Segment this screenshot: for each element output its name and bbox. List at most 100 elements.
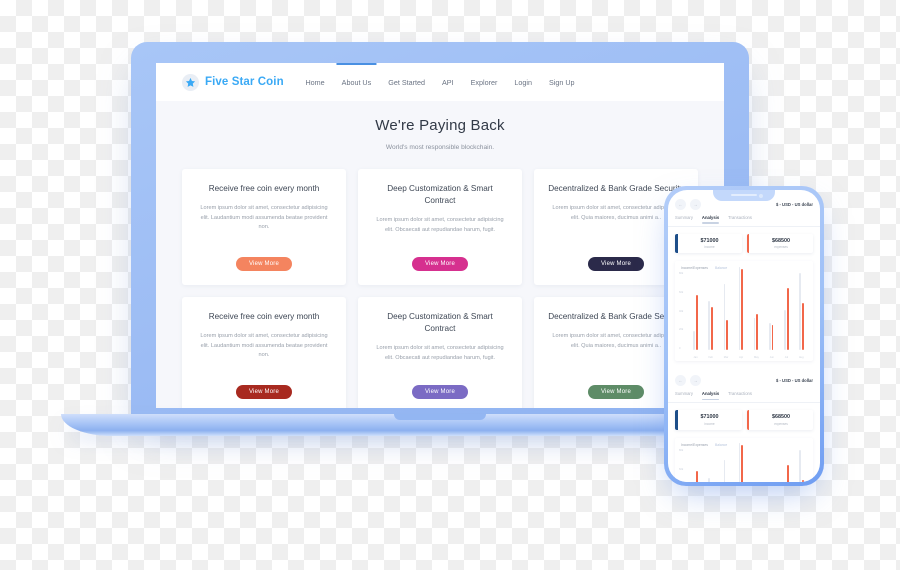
stat-label: income	[704, 421, 715, 426]
chart-bar-group	[769, 441, 773, 482]
chart-y-tick: 80k	[679, 272, 684, 276]
bar-chart: 80k 60k 40k 20k 0 Jan Feb Mar Apr May Jun Jul Aug	[679, 266, 809, 360]
chart-bar-income-expenses	[771, 324, 774, 351]
chart-bar-balance	[708, 477, 711, 482]
chart-x-tick: May	[753, 356, 759, 360]
chart-bar-balance	[708, 301, 711, 351]
card-text: Lorem ipsum dolor sit amet, consectetur …	[200, 332, 328, 359]
chart-y-tick: 80k	[679, 448, 684, 452]
chart-bar-group	[768, 264, 774, 351]
chart-x-tick: Aug	[798, 356, 804, 360]
card-text: Lorem ipsum dolor sit amet, consectetur …	[376, 216, 504, 233]
chart-bar-income-expenses	[726, 320, 728, 351]
chart-bar-group	[738, 441, 744, 482]
chart-x-tick: Mar	[723, 356, 729, 360]
nav-item-api[interactable]: API	[442, 63, 454, 101]
phone-stats-2: $71000 income $68500 expenses	[668, 403, 820, 435]
feature-card: Receive free coin every month Lorem ipsu…	[182, 297, 346, 408]
chart-bar-balance	[723, 283, 726, 351]
speaker-grill-icon	[731, 194, 757, 196]
chart-bar-group	[693, 264, 698, 351]
tab-analysis-2[interactable]: Analysis	[701, 391, 720, 400]
phone-tabs: Summary Analysis Transactions	[668, 215, 820, 227]
currency-selector-2[interactable]: $ - USD - US dollar	[776, 378, 813, 383]
chart-y-tick: 60k	[679, 291, 684, 295]
phone-chart-card-2: Income/Expenses Balance 80k60k40k20k0 Ja…	[675, 437, 813, 482]
phone-stats: $71000 income $68500 expenses	[668, 227, 820, 259]
nav-item-explorer[interactable]: Explorer	[471, 63, 498, 101]
stat-card-income-2[interactable]: $71000 income	[675, 410, 742, 430]
chart-bar-balance	[723, 460, 726, 482]
chart-bar-balance	[768, 322, 771, 351]
laptop-hinge-notch	[394, 414, 486, 420]
arrow-left-icon[interactable]: ←	[675, 375, 686, 387]
chart-x-tick: Jul	[784, 356, 789, 360]
phone-topbar-2: ← → $ - USD - US dollar	[668, 366, 820, 391]
laptop-lid: Five Star Coin Home About Us Get Started…	[131, 42, 749, 424]
chart-bar-income-expenses	[711, 307, 713, 351]
nav-item-about-us[interactable]: About Us	[336, 63, 376, 101]
view-more-button[interactable]: View More	[587, 257, 645, 271]
chart-bar-group	[723, 264, 728, 351]
card-title: Receive free coin every month	[208, 184, 320, 193]
bar-chart-2: 80k60k40k20k0 JanFebMarAprMayJunJulAug	[679, 443, 809, 482]
arrow-right-icon[interactable]: →	[690, 375, 701, 387]
chart-bars	[688, 441, 809, 482]
view-more-button[interactable]: View More	[587, 385, 645, 399]
chart-bar-balance	[693, 331, 695, 351]
site-header: Five Star Coin Home About Us Get Started…	[156, 63, 724, 101]
chart-bar-group	[708, 264, 713, 351]
page-title: We're Paying Back	[375, 117, 505, 134]
chart-bar-income-expenses	[786, 464, 789, 482]
stat-card-expenses-2[interactable]: $68500 expenses	[746, 410, 813, 430]
card-text: Lorem ipsum dolor sit amet, consectetur …	[376, 344, 504, 361]
nav-item-login[interactable]: Login	[514, 63, 532, 101]
phone-notch	[713, 190, 775, 201]
chart-bar-income-expenses	[801, 303, 804, 351]
view-more-button[interactable]: View More	[411, 385, 469, 399]
tab-summary[interactable]: Summary	[675, 215, 693, 223]
tab-transactions[interactable]: Transactions	[728, 215, 752, 223]
chart-bar-balance	[738, 266, 741, 351]
chart-bar-income-expenses	[786, 288, 789, 351]
chart-x-tick: Apr	[739, 356, 744, 360]
nav-buttons: ← →	[675, 199, 701, 210]
brand-logo[interactable]: Five Star Coin	[182, 73, 284, 91]
nav-item-sign-up[interactable]: Sign Up	[549, 63, 575, 101]
currency-selector[interactable]: $ - USD - US dollar	[776, 202, 813, 207]
view-more-button[interactable]: View More	[235, 385, 293, 399]
tab-analysis[interactable]: Analysis	[701, 215, 720, 224]
front-camera-icon	[759, 193, 763, 198]
chart-bar-group	[723, 441, 728, 482]
chart-bar-group	[753, 264, 759, 351]
stat-label: expenses	[774, 245, 788, 250]
phone-mockup: ← → $ - USD - US dollar Summary Analysis…	[664, 186, 824, 486]
chart-y-tick: 20k	[679, 328, 684, 332]
card-title: Deep Customization & Smart Contract	[387, 184, 493, 205]
stat-card-expenses[interactable]: $68500 expenses	[746, 234, 813, 254]
nav-item-get-started[interactable]: Get Started	[388, 63, 425, 101]
chart-bar-group	[799, 264, 804, 351]
stat-label: expenses	[774, 421, 788, 426]
view-more-button[interactable]: View More	[411, 257, 469, 271]
chart-y-tick: 60k	[679, 467, 684, 471]
chart-bars	[688, 264, 809, 359]
cards-section: Receive free coin every month Lorem ipsu…	[156, 159, 724, 408]
phone-frame: ← → $ - USD - US dollar Summary Analysis…	[664, 186, 824, 486]
arrow-right-icon[interactable]: →	[690, 199, 701, 210]
stat-card-income[interactable]: $71000 income	[675, 234, 742, 254]
tab-transactions-2[interactable]: Transactions	[728, 391, 752, 399]
chart-bar-income-expenses	[801, 479, 804, 482]
view-more-button[interactable]: View More	[235, 257, 293, 271]
phone-view-top: ← → $ - USD - US dollar Summary Analysis…	[668, 190, 820, 362]
nav-item-home[interactable]: Home	[305, 63, 324, 101]
site-nav: Home About Us Get Started API Explorer L…	[305, 63, 575, 101]
chart-bar-balance	[784, 309, 786, 351]
card-title: Receive free coin every month	[208, 312, 320, 321]
hero-section: We're Paying Back World's most responsib…	[156, 101, 724, 159]
star-icon	[182, 73, 199, 91]
tab-summary-2[interactable]: Summary	[675, 391, 693, 399]
chart-x-tick: Jan	[693, 356, 698, 360]
arrow-left-icon[interactable]: ←	[675, 199, 686, 210]
chart-bar-income-expenses	[695, 471, 698, 482]
